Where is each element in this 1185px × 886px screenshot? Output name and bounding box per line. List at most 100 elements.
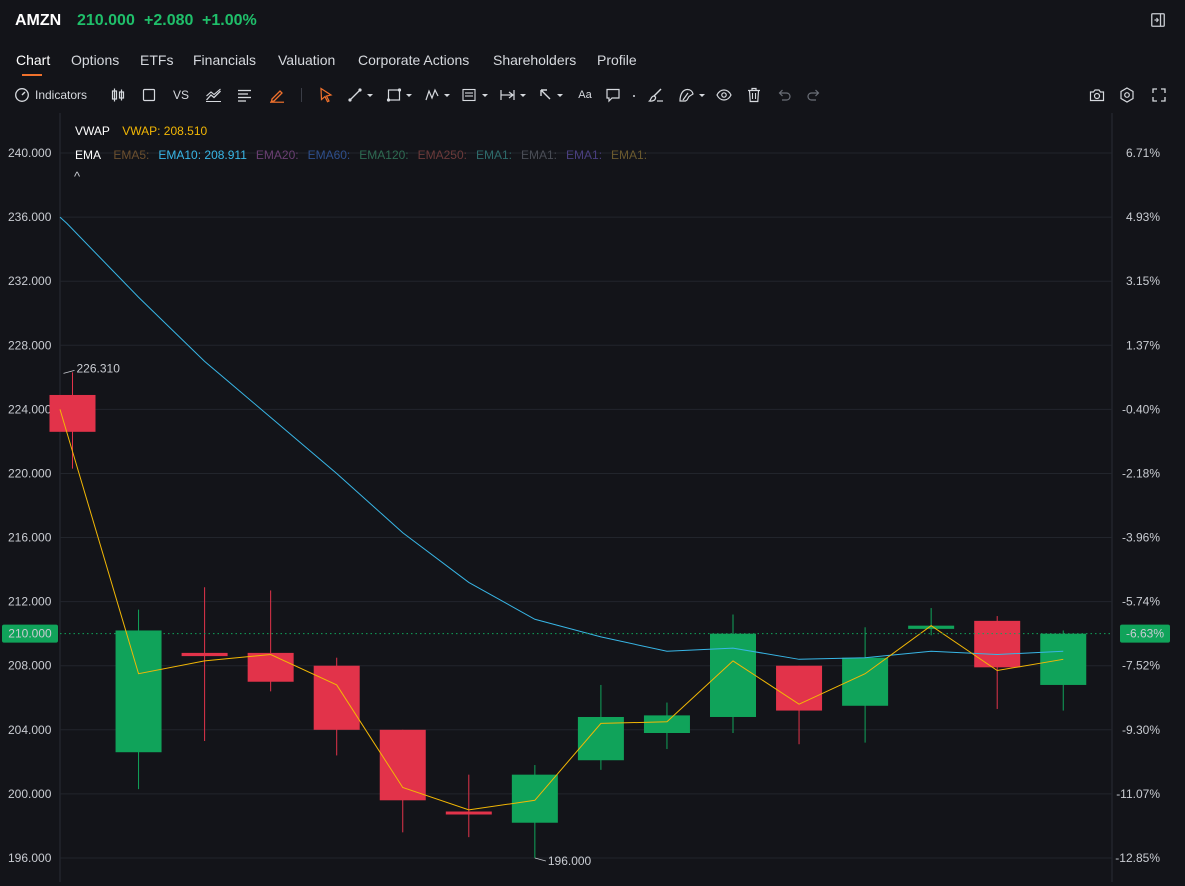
y-percent-tick-label: -12.85%	[1115, 851, 1160, 865]
ticker-symbol: AMZN	[15, 12, 62, 29]
y-percent-tick-label: -3.96%	[1122, 531, 1160, 545]
y-tick-label: 216.000	[8, 531, 52, 545]
compare-button[interactable]	[203, 84, 223, 106]
candle-down	[379, 729, 426, 801]
tab-profile[interactable]: Profile	[597, 52, 637, 68]
tab-etfs[interactable]: ETFs	[140, 52, 173, 68]
ema-legend-item: EMA250:	[417, 148, 467, 162]
trend-line-tool-button[interactable]	[346, 84, 376, 106]
price-chart[interactable]: 240.000 6.71% 236.000 4.93% 232.000 3.15% 228.…	[0, 113, 1185, 886]
rectangle-icon	[386, 88, 412, 102]
collapse-legend-icon[interactable]: ^	[74, 169, 80, 184]
y-tick-label: 224.000	[8, 402, 52, 416]
y-tick-label: 200.000	[8, 787, 52, 801]
expand-panel-icon[interactable]	[1151, 13, 1165, 27]
last-price-pct-label: -6.63%	[1126, 627, 1164, 641]
y-percent-tick-label: 3.15%	[1126, 274, 1160, 288]
brush-icon	[648, 88, 663, 102]
candle-down	[974, 620, 1021, 668]
draw-button[interactable]	[268, 84, 286, 106]
tab-shareholders[interactable]: Shareholders	[493, 52, 576, 68]
tab-options[interactable]: Options	[71, 52, 119, 68]
candlestick-type-button[interactable]	[109, 84, 127, 106]
tab-chart[interactable]: Chart	[16, 52, 50, 68]
y-tick-label: 240.000	[8, 146, 52, 160]
y-percent-tick-label: -5.74%	[1122, 595, 1160, 609]
chart-settings-button[interactable]	[1118, 84, 1136, 106]
trash-icon	[748, 87, 760, 103]
measure-tool-button[interactable]	[498, 84, 530, 106]
y-percent-tick-label: -0.40%	[1122, 402, 1160, 416]
y-tick-label: 236.000	[8, 210, 52, 224]
ema10-line	[59, 216, 1064, 660]
chart-toolbar: Indicators VS Aa	[0, 84, 1185, 108]
delete-drawings-button[interactable]	[745, 84, 763, 106]
vwap-legend: VWAP VWAP: 208.510	[75, 124, 216, 138]
price-change: +2.080	[144, 12, 194, 29]
y-percent-tick-label: 4.93%	[1126, 210, 1160, 224]
last-price-label: 210.000	[8, 627, 52, 641]
trend-line-icon	[348, 88, 373, 102]
ema-legend-item: EMA1:	[611, 148, 648, 162]
high-price-label: 226.310	[77, 361, 121, 375]
ema-legend-label: EMA	[75, 148, 102, 162]
pattern-tool-button[interactable]	[423, 84, 453, 106]
brush-tool-button[interactable]	[646, 84, 666, 106]
y-tick-label: 220.000	[8, 466, 52, 480]
indicators-button[interactable]: Indicators	[14, 84, 92, 106]
tab-corporate-actions[interactable]: Corporate Actions	[358, 52, 469, 68]
y-percent-tick-label: -11.07%	[1116, 787, 1160, 801]
y-tick-label: 196.000	[8, 851, 52, 865]
vwap-legend-value: VWAP: 208.510	[122, 124, 208, 138]
fullscreen-button[interactable]	[1150, 84, 1168, 106]
cursor-tool-button[interactable]	[317, 84, 335, 106]
undo-button[interactable]	[775, 84, 793, 106]
candle-down	[445, 811, 492, 815]
magnet-icon	[679, 88, 705, 102]
y-percent-tick-label: 1.37%	[1126, 338, 1160, 352]
pencil-icon	[270, 90, 284, 103]
y-percent-tick-label: -7.52%	[1122, 659, 1160, 673]
settings-icon	[1120, 87, 1134, 103]
candle-up	[643, 715, 690, 734]
gauge-icon	[15, 88, 29, 102]
undo-icon	[778, 89, 791, 101]
toolbar-divider	[301, 88, 302, 102]
magnet-tool-button[interactable]	[677, 84, 709, 106]
tab-financials[interactable]: Financials	[193, 52, 256, 68]
cursor-icon	[320, 87, 333, 103]
candle-down	[247, 652, 294, 682]
candle-down	[313, 665, 360, 730]
y-tick-label: 208.000	[8, 659, 52, 673]
chart-canvas[interactable]: 240.000 6.71% 236.000 4.93% 232.000 3.15% 228.…	[0, 113, 1185, 886]
y-percent-tick-label: -9.30%	[1122, 723, 1160, 737]
indicators-label: Indicators	[35, 88, 88, 102]
fib-icon	[462, 88, 488, 102]
tab-bar: Chart Options ETFs Financials Valuation …	[0, 48, 1185, 78]
text-tool-button[interactable]: Aa	[575, 84, 595, 106]
visibility-button[interactable]	[714, 84, 734, 106]
candlestick-icon	[111, 88, 125, 102]
y-percent-tick-label: 6.71%	[1126, 146, 1160, 160]
comment-tool-button[interactable]	[604, 84, 640, 106]
ema-legend-item: EMA1:	[475, 148, 512, 162]
compare-vs-button[interactable]: VS	[171, 84, 191, 106]
square-icon	[142, 88, 156, 102]
candle-down	[49, 394, 96, 432]
redo-icon	[807, 89, 820, 101]
text-align-button[interactable]	[235, 84, 253, 106]
fib-tool-button[interactable]	[460, 84, 492, 106]
rectangle-tool-button[interactable]	[385, 84, 415, 106]
last-price: 210.000	[77, 12, 135, 29]
y-tick-label: 228.000	[8, 338, 52, 352]
arrow-icon	[540, 89, 563, 100]
y-tick-label: 212.000	[8, 595, 52, 609]
screenshot-button[interactable]	[1088, 84, 1106, 106]
square-button[interactable]	[140, 84, 158, 106]
ema-legend-item: EMA60:	[307, 148, 351, 162]
camera-icon	[1089, 89, 1105, 102]
arrow-tool-button[interactable]	[537, 84, 567, 106]
redo-button[interactable]	[805, 84, 823, 106]
tab-valuation[interactable]: Valuation	[278, 52, 335, 68]
ema-legend: EMA EMA5: EMA10: 208.911 EMA20: EMA60: EMA12…	[75, 148, 665, 162]
